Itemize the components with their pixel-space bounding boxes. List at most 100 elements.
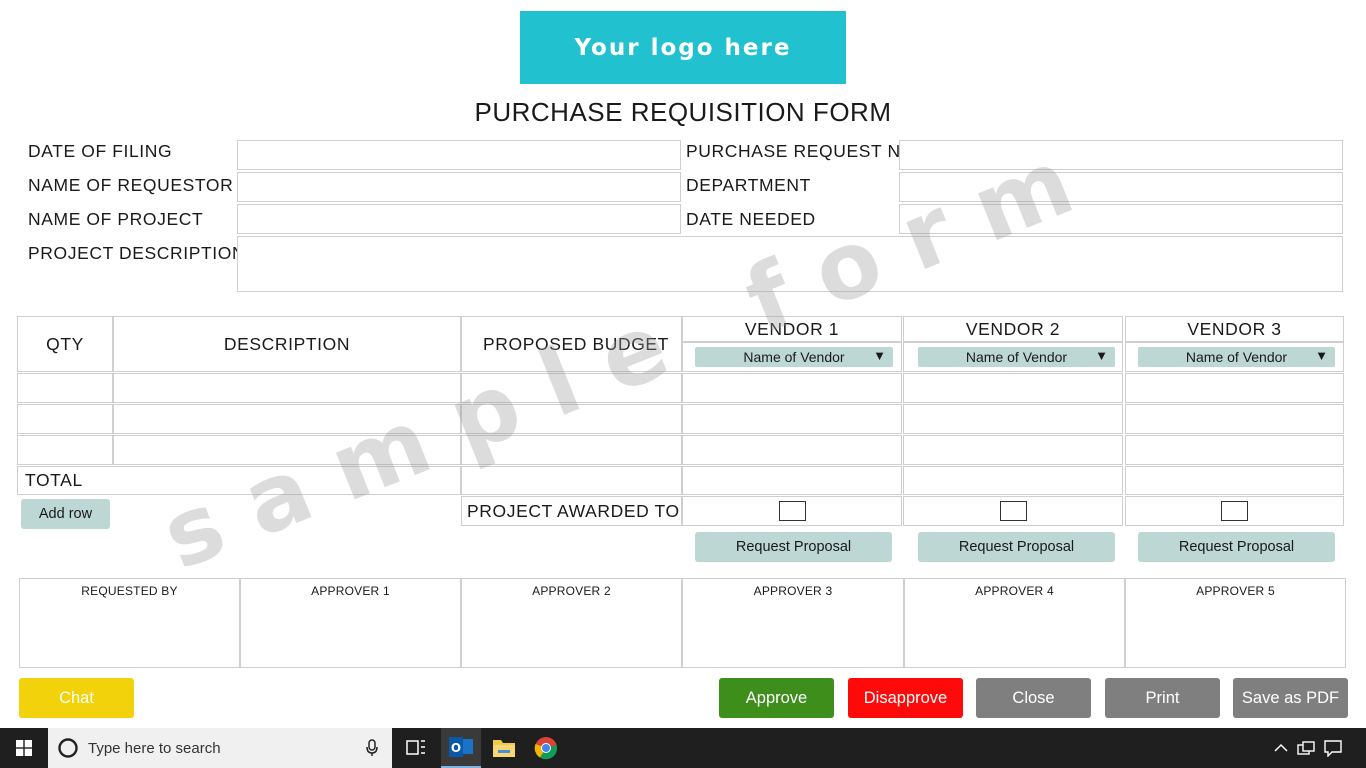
proposed-budget-header: PROPOSED BUDGET (461, 316, 682, 372)
vendor-3-select[interactable]: Name of Vendor ▼ (1138, 347, 1335, 367)
date-needed-field[interactable] (899, 204, 1343, 234)
chevron-up-icon[interactable] (1274, 741, 1288, 759)
taskbar: Type here to search O (0, 728, 1366, 768)
add-row-button[interactable]: Add row (21, 499, 110, 529)
signature-approver-2[interactable]: APPROVER 2 (461, 578, 682, 668)
date-of-filing-label: DATE OF FILING (28, 141, 173, 161)
award-vendor-1-checkbox[interactable] (778, 501, 806, 521)
vendor-1-select-cell: Name of Vendor ▼ (682, 342, 902, 372)
vendor-3-header: VENDOR 3 (1125, 316, 1344, 342)
total-vendor-2 (903, 466, 1123, 495)
department-field[interactable] (899, 172, 1343, 202)
row-2-vendor-1[interactable] (682, 404, 902, 434)
project-awarded-label: PROJECT AWARDED TO (461, 496, 682, 526)
approve-button[interactable]: Approve (719, 678, 834, 718)
signature-label: APPROVER 5 (1196, 584, 1275, 598)
row-2-qty[interactable] (17, 404, 113, 434)
request-proposal-vendor-2-button[interactable]: Request Proposal (918, 532, 1115, 562)
page-title: PURCHASE REQUISITION FORM (474, 97, 892, 127)
print-button[interactable]: Print (1105, 678, 1220, 718)
signature-label: REQUESTED BY (81, 584, 178, 598)
signature-label: APPROVER 3 (753, 584, 833, 598)
signature-requested-by[interactable]: REQUESTED BY (19, 578, 240, 668)
row-1-budget[interactable] (461, 373, 682, 403)
disapprove-button[interactable]: Disapprove (848, 678, 963, 718)
signature-label: APPROVER 2 (532, 584, 611, 598)
row-3-qty[interactable] (17, 435, 113, 465)
close-button[interactable]: Close (976, 678, 1091, 718)
request-proposal-vendor-3-button[interactable]: Request Proposal (1138, 532, 1335, 562)
total-label: TOTAL (17, 466, 461, 495)
signature-label: APPROVER 1 (311, 584, 390, 598)
project-description-label: PROJECT DESCRIPTION (28, 243, 246, 263)
cortana-icon (57, 737, 79, 759)
total-vendor-3 (1125, 466, 1344, 495)
dropdown-arrow-icon: ▼ (1315, 348, 1328, 363)
network-icon[interactable] (1297, 740, 1315, 761)
svg-text:O: O (451, 741, 461, 755)
name-of-requestor-field[interactable] (237, 172, 681, 202)
award-vendor-3-checkbox[interactable] (1221, 501, 1248, 521)
notification-icon[interactable] (1324, 739, 1342, 762)
save-as-pdf-button[interactable]: Save as PDF (1233, 678, 1348, 718)
vendor-1-selected: Name of Vendor (743, 349, 845, 365)
row-1-vendor-2[interactable] (903, 373, 1123, 403)
purchase-request-no-field[interactable] (899, 140, 1343, 170)
row-1-vendor-3[interactable] (1125, 373, 1344, 403)
signature-approver-5[interactable]: APPROVER 5 (1125, 578, 1346, 668)
vendor-1-header: VENDOR 1 (682, 316, 902, 342)
total-budget (461, 466, 682, 495)
row-1-qty[interactable] (17, 373, 113, 403)
row-3-vendor-2[interactable] (903, 435, 1123, 465)
award-vendor-2-cell (903, 496, 1123, 526)
vendor-3-selected: Name of Vendor (1185, 349, 1288, 365)
award-vendor-1-cell (682, 496, 902, 526)
name-of-project-label: NAME OF PROJECT (28, 209, 204, 229)
award-vendor-2-checkbox[interactable] (999, 501, 1027, 521)
signature-approver-1[interactable]: APPROVER 1 (240, 578, 461, 668)
date-of-filing-field[interactable] (237, 140, 681, 170)
signature-approver-3[interactable]: APPROVER 3 (682, 578, 904, 668)
dropdown-arrow-icon: ▼ (1095, 348, 1108, 363)
vendor-3-select-cell: Name of Vendor ▼ (1125, 342, 1344, 372)
name-of-project-field[interactable] (237, 204, 681, 234)
total-vendor-1 (682, 466, 902, 495)
row-2-budget[interactable] (461, 404, 682, 434)
logo: Your logo here (520, 11, 846, 84)
signature-approver-4[interactable]: APPROVER 4 (904, 578, 1125, 668)
row-1-description[interactable] (113, 373, 461, 403)
row-2-description[interactable] (113, 404, 461, 434)
row-3-description[interactable] (113, 435, 461, 465)
windows-start-icon[interactable] (0, 728, 48, 768)
purchase-request-no-label: PURCHASE REQUEST NO (686, 141, 915, 161)
task-view-icon[interactable] (406, 738, 426, 763)
taskbar-search-box[interactable]: Type here to search (48, 728, 392, 768)
row-2-vendor-3[interactable] (1125, 404, 1344, 434)
row-3-budget[interactable] (461, 435, 682, 465)
vendor-1-select[interactable]: Name of Vendor ▼ (695, 347, 893, 367)
chat-button[interactable]: Chat (19, 678, 134, 718)
microphone-icon[interactable] (366, 739, 378, 762)
row-2-vendor-2[interactable] (903, 404, 1123, 434)
row-3-vendor-1[interactable] (682, 435, 902, 465)
row-3-vendor-3[interactable] (1125, 435, 1344, 465)
vendor-2-selected: Name of Vendor (965, 349, 1068, 365)
search-placeholder: Type here to search (88, 739, 221, 757)
row-1-vendor-1[interactable] (682, 373, 902, 403)
request-proposal-vendor-1-button[interactable]: Request Proposal (695, 532, 892, 562)
signature-label: APPROVER 4 (975, 584, 1054, 598)
file-explorer-icon[interactable] (492, 737, 516, 764)
description-header: DESCRIPTION (113, 316, 461, 372)
vendor-2-header: VENDOR 2 (903, 316, 1123, 342)
vendor-2-select[interactable]: Name of Vendor ▼ (918, 347, 1115, 367)
project-description-field[interactable] (237, 236, 1343, 292)
qty-header: QTY (17, 316, 113, 372)
name-of-requestor-label: NAME OF REQUESTOR (28, 175, 234, 195)
department-label: DEPARTMENT (686, 175, 811, 195)
award-vendor-3-cell (1125, 496, 1344, 526)
vendor-2-select-cell: Name of Vendor ▼ (903, 342, 1123, 372)
dropdown-arrow-icon: ▼ (873, 348, 886, 363)
date-needed-label: DATE NEEDED (686, 209, 816, 229)
outlook-icon[interactable]: O (441, 728, 481, 768)
chrome-icon[interactable] (534, 736, 558, 765)
